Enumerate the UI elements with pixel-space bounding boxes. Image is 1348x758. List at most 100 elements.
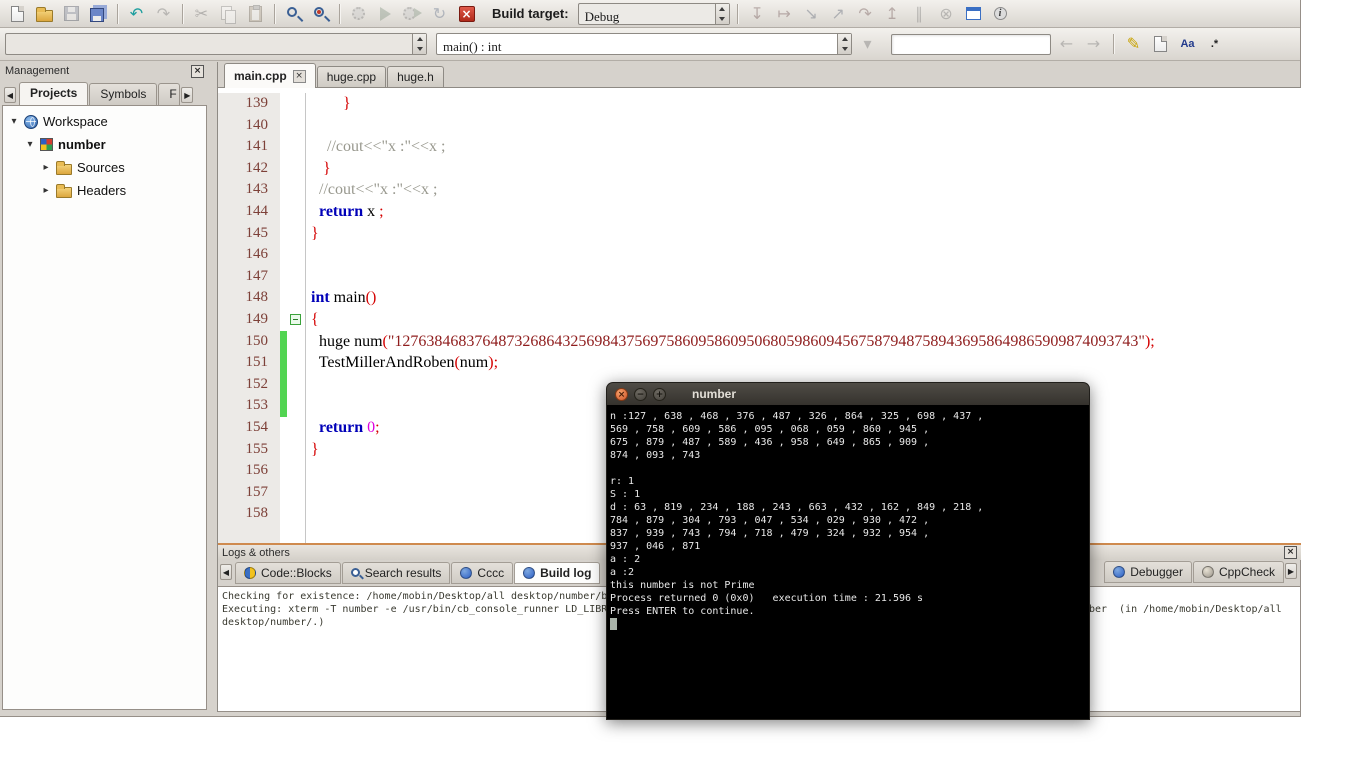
expander-icon[interactable]: ▾ [25, 139, 35, 150]
compile-button[interactable] [346, 2, 371, 26]
goto-previous-changed-line-button[interactable]: ← [1054, 32, 1079, 56]
paste-icon [249, 4, 262, 22]
tree-item-number[interactable]: ▾ number [3, 133, 206, 156]
terminal-line: a : 2 [610, 554, 641, 565]
debug-next-line-button[interactable]: ↦ [772, 2, 797, 26]
logs-tab-scroll-left-icon[interactable]: ◀ [220, 564, 232, 580]
logs-tab-debugger[interactable]: Debugger [1104, 561, 1192, 583]
tree-item-sources[interactable]: ▸ Sources [3, 156, 206, 179]
code-line-151: 151 TestMillerAndRoben(num); [218, 352, 1301, 374]
tree-item-headers[interactable]: ▸ Headers [3, 179, 206, 202]
tab-scroll-right-icon[interactable]: ▶ [181, 87, 194, 103]
undo-button[interactable]: ↶ [124, 2, 149, 26]
logs-tab-cppcheck[interactable]: CppCheck [1192, 561, 1284, 583]
code-text: } [311, 224, 319, 242]
find-icon [286, 6, 297, 17]
incremental-search-input[interactable] [891, 33, 1051, 55]
cut-button[interactable]: ✂ [189, 2, 214, 26]
editor-tab-label: huge.cpp [326, 70, 377, 84]
debug-next-instruction-button[interactable]: ↷ [853, 2, 878, 26]
logs-tab-label: Build log [540, 565, 592, 580]
debugging-windows-button[interactable] [961, 2, 986, 26]
fold-margin [287, 416, 306, 439]
change-margin [280, 157, 287, 180]
logs-tab-scroll-right-icon[interactable]: ▶ [1285, 563, 1297, 579]
build-and-run-button[interactable] [400, 2, 425, 26]
save-button[interactable] [59, 2, 84, 26]
abort-build-button[interactable] [454, 2, 479, 26]
build-target-value: Debug [584, 8, 620, 24]
regex-button[interactable]: .* [1202, 32, 1227, 56]
compiler-combobox[interactable] [5, 33, 427, 55]
terminal-maximize-icon[interactable]: + [653, 387, 666, 401]
line-number: 139 [218, 93, 280, 115]
expander-icon[interactable]: ▾ [9, 116, 19, 127]
debug-stop-button[interactable]: ⊗ [934, 2, 959, 26]
goto-next-changed-line-button[interactable]: → [1081, 32, 1106, 56]
spinner-icon[interactable] [412, 34, 426, 54]
debug-step-into-instruction-button[interactable]: ↥ [880, 2, 905, 26]
redo-button[interactable]: ↷ [151, 2, 176, 26]
debug-step-into-button[interactable]: ↘ [799, 2, 824, 26]
selected-text-button[interactable] [1148, 32, 1173, 56]
logs-tab-code-blocks[interactable]: Code::Blocks [235, 562, 341, 584]
terminal-minimize-icon[interactable]: − [634, 387, 647, 401]
incremental-search-options-button[interactable]: ▾ [855, 32, 880, 56]
line-number: 156 [218, 460, 280, 482]
expander-icon[interactable]: ▸ [41, 185, 51, 196]
various-info-button[interactable] [988, 2, 1013, 26]
editor-tab-main-cpp[interactable]: main.cpp × [224, 63, 316, 88]
fold-collapse-icon[interactable] [290, 313, 301, 325]
terminal-output[interactable]: n :127 , 638 , 468 , 376 , 487 , 326 , 8… [606, 405, 1090, 720]
terminal-titlebar[interactable]: × − + number [606, 382, 1090, 405]
run-button[interactable] [373, 2, 398, 26]
management-tab-f[interactable]: F [158, 83, 181, 105]
close-tab-icon[interactable]: × [292, 69, 306, 83]
fold-margin [287, 395, 306, 417]
line-number: 142 [218, 157, 280, 180]
build-target-select[interactable]: Debug [577, 2, 730, 25]
spinner-icon[interactable] [714, 3, 729, 24]
find-button[interactable] [281, 2, 306, 26]
debug-break-button[interactable]: ∥ [907, 2, 932, 26]
logs-tab-search-results[interactable]: Search results [341, 562, 451, 584]
expander-icon[interactable]: ▸ [41, 162, 51, 173]
editor-tab-huge-h[interactable]: huge.h [387, 66, 444, 87]
line-number: 145 [218, 222, 280, 245]
scope-combobox[interactable]: main() : int [436, 33, 852, 55]
management-tab-bar: ◀ Projects Symbols F ▶ [2, 80, 207, 105]
rebuild-button[interactable]: ↻ [427, 2, 452, 26]
terminal-close-icon[interactable]: × [615, 387, 628, 401]
match-case-button[interactable]: Aa [1175, 32, 1200, 56]
save-all-button[interactable] [86, 2, 111, 26]
fold-margin [287, 373, 306, 396]
fold-margin [287, 93, 306, 115]
toolbar-separator [182, 3, 183, 24]
close-management-icon[interactable]: × [191, 64, 204, 78]
check-tab-icon [1201, 565, 1214, 578]
line-number [218, 524, 280, 543]
toolbar-separator [339, 3, 340, 24]
tab-scroll-left-icon[interactable]: ◀ [4, 87, 16, 103]
management-tab-projects[interactable]: Projects [19, 82, 89, 105]
open-file-button[interactable] [32, 2, 57, 26]
logs-tab-build-log[interactable]: Build log [514, 562, 601, 584]
code-line-142: 142 } [218, 157, 1301, 180]
editor-tab-huge-cpp[interactable]: huge.cpp [316, 66, 387, 87]
spinner-icon[interactable] [837, 34, 851, 54]
line-number: 155 [218, 438, 280, 461]
replace-button[interactable] [308, 2, 333, 26]
change-margin [280, 200, 287, 223]
new-file-button[interactable] [5, 2, 30, 26]
tree-item-workspace[interactable]: ▾ Workspace [3, 110, 206, 133]
copy-button[interactable] [216, 2, 241, 26]
management-tab-symbols[interactable]: Symbols [89, 83, 158, 105]
change-marker [280, 352, 287, 374]
close-logs-icon[interactable]: × [1284, 546, 1297, 559]
debug-run-to-cursor-button[interactable]: ↧ [745, 2, 770, 26]
paste-button[interactable] [243, 2, 268, 26]
debug-step-out-button[interactable]: ↗ [826, 2, 851, 26]
highlight-occurrences-button[interactable]: ✎ [1121, 32, 1146, 56]
logs-tab-cccc[interactable]: Cccc [451, 562, 514, 584]
terminal-line: Process returned 0 (0x0) execution time … [610, 593, 924, 604]
